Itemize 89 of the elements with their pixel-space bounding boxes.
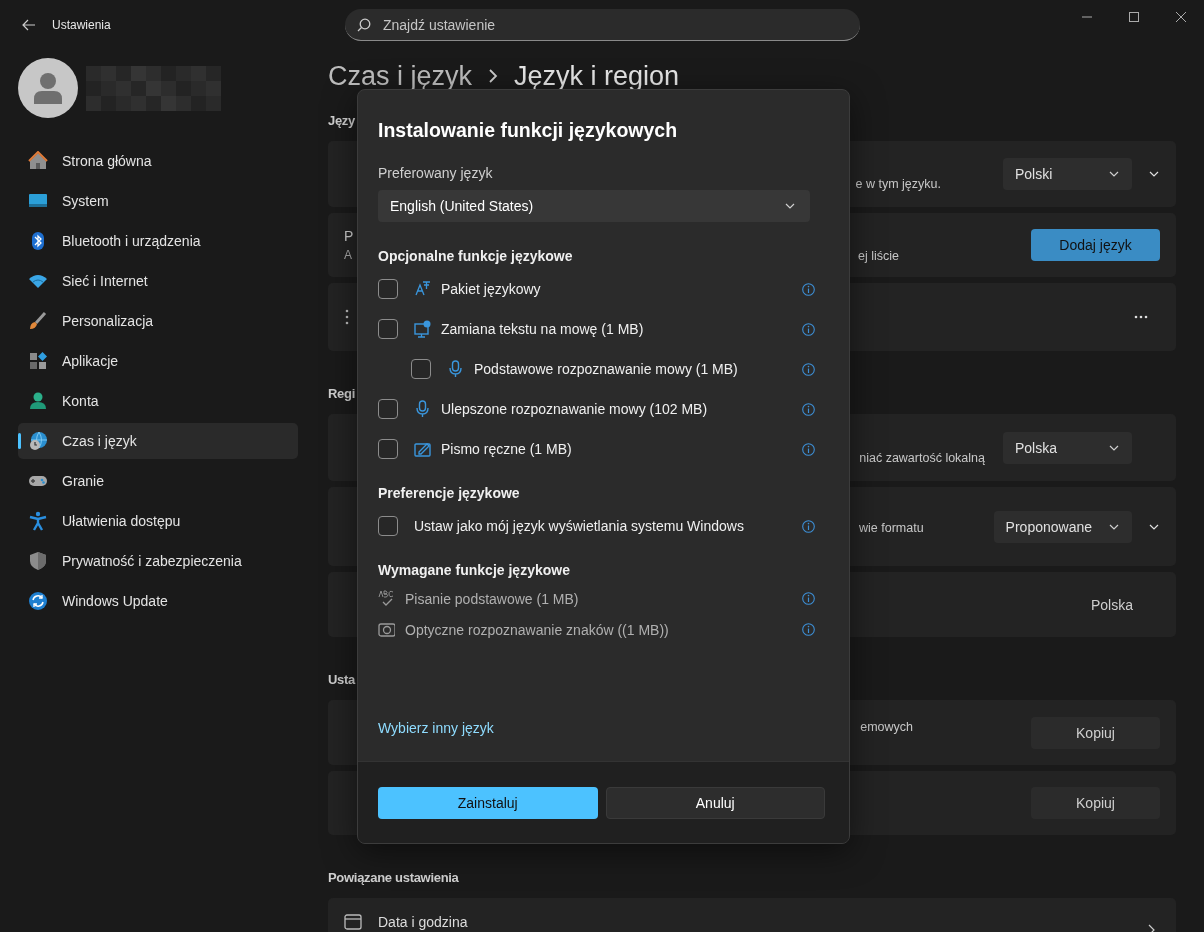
globe-clock-icon [28, 431, 48, 451]
dropdown[interactable]: Proponowane [993, 510, 1132, 543]
calendar-clock-icon [344, 914, 362, 930]
card-text: P [344, 228, 354, 244]
camera-frame-icon [378, 620, 395, 639]
field-label: Preferowany język [378, 164, 494, 183]
language-pack-icon [414, 280, 431, 298]
feature-label: Pisanie podstawowe (1 MB) [405, 590, 580, 607]
info-icon [802, 519, 815, 533]
person-silhouette-icon [33, 72, 63, 104]
accessibility-icon [28, 511, 48, 531]
feature-label: Podstawowe rozpoznawanie mowy (1 MB) [474, 361, 739, 377]
section-heading: Powiązane ustawienia [328, 869, 459, 887]
dropdown[interactable]: Polski [1003, 158, 1132, 190]
language-dropdown[interactable]: English (United States) [378, 190, 810, 222]
search-icon [357, 18, 371, 32]
info-icon [802, 282, 815, 296]
brush-icon [28, 311, 48, 331]
feature-label: Pakiet językowy [441, 281, 542, 297]
dialog-title: Instalowanie funkcji językowych [378, 118, 679, 143]
chevron-right-icon [488, 68, 499, 84]
drag-handle-icon [344, 309, 350, 325]
feature-label: Ustaw jako mój język wyświetlania systemu Windows [414, 518, 745, 534]
sidebar-item[interactable]: Strona główna [18, 143, 298, 179]
update-icon [28, 591, 48, 611]
sidebar-item[interactable]: Konta [18, 383, 298, 419]
link[interactable]: Wybierz inny język [378, 718, 494, 738]
sidebar-item[interactable]: Czas i język [18, 423, 298, 459]
checkbox[interactable] [378, 279, 398, 299]
person-icon [28, 391, 48, 411]
sidebar-item[interactable]: Sieć i Internet [18, 263, 298, 299]
sidebar-item[interactable]: Windows Update [18, 583, 298, 619]
sidebar-item[interactable]: System [18, 183, 298, 219]
action-button[interactable]: Kopiuj [1031, 787, 1160, 819]
search-field[interactable]: Znajdź ustawienie [345, 9, 860, 41]
back-arrow-icon [22, 19, 36, 31]
region-value: Polska [1090, 596, 1133, 613]
sidebar-item[interactable]: Granie [18, 463, 298, 499]
home-icon [28, 151, 48, 171]
card-description: emowych [860, 719, 913, 734]
action-button[interactable]: Dodaj język [1031, 229, 1160, 261]
card-description: niać zawartość lokalną [859, 450, 985, 465]
feature-label: Optyczne rozpoznawanie znaków ((1 MB)) [405, 621, 670, 638]
card-description: e w tym języku. [855, 177, 941, 191]
window-title: Ustawienia [52, 18, 111, 32]
more-icon [1134, 315, 1148, 319]
feature-label: Pismo ręczne (1 MB) [441, 441, 573, 457]
section-heading: Opcjonalne funkcje językowe [378, 247, 574, 266]
checkbox[interactable] [378, 516, 398, 536]
section-heading: Wymagane funkcje językowe [378, 561, 571, 580]
section-heading: Regi [328, 385, 355, 403]
info-icon [802, 402, 815, 416]
sidebar-item[interactable]: Bluetooth i urządzenia [18, 223, 298, 259]
cancel-button[interactable]: Anuluj [605, 787, 825, 819]
card-description: ej liście [858, 249, 899, 263]
info-icon [802, 623, 815, 636]
microphone-icon [447, 360, 464, 378]
sidebar-item[interactable]: Aplikacje [18, 343, 298, 379]
install-button[interactable]: Zainstaluj [378, 787, 598, 819]
card-text: A [344, 248, 353, 262]
spellcheck-icon [378, 589, 395, 608]
info-icon [802, 322, 815, 336]
dropdown[interactable]: Polska [1003, 431, 1132, 464]
sidebar-item[interactable]: Personalizacja [18, 303, 298, 339]
speech-monitor-icon [414, 320, 431, 338]
microphone-icon [414, 400, 431, 418]
info-icon [802, 592, 815, 605]
section-heading: Preferencje językowe [378, 484, 521, 503]
action-button[interactable]: Kopiuj [1031, 716, 1160, 749]
checkbox[interactable] [378, 439, 398, 459]
sidebar-item[interactable]: Prywatność i zabezpieczenia [18, 543, 298, 579]
section-heading: Usta [328, 671, 355, 689]
pen-box-icon [414, 440, 431, 458]
info-icon [802, 362, 815, 376]
feature-label: Zamiana tekstu na mowę (1 MB) [441, 321, 645, 337]
checkbox[interactable] [411, 359, 431, 379]
apps-icon [28, 351, 48, 371]
checkbox[interactable] [378, 399, 398, 419]
feature-label: Ulepszone rozpoznawanie mowy (102 MB) [441, 401, 709, 417]
maximize-icon [1128, 12, 1139, 22]
setting-title: Data i godzina [378, 914, 469, 930]
page-title: Język i region [514, 60, 680, 92]
card-description: wie formatu [859, 520, 924, 535]
close-icon [1175, 12, 1186, 22]
section-heading: Języ [328, 112, 355, 130]
info-icon [802, 442, 815, 456]
shield-icon [28, 551, 48, 571]
checkbox[interactable] [378, 319, 398, 339]
sidebar-item[interactable]: Ułatwienia dostępu [18, 503, 298, 539]
